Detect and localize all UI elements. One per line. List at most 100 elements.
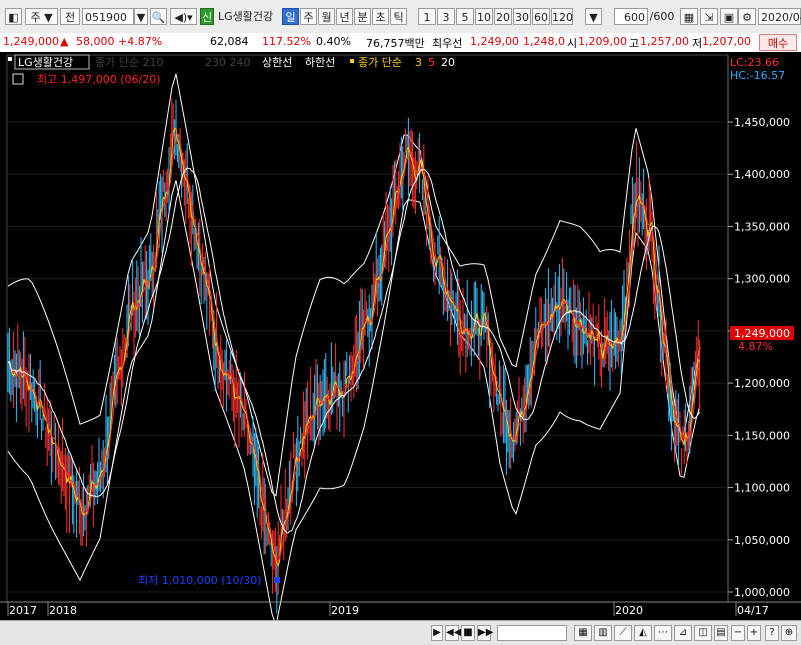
y-tick-label: 1,150,000 (734, 429, 790, 442)
tab-2[interactable]: 월 (318, 8, 335, 25)
current-pct-label: 4.87% (738, 340, 773, 353)
legend-lower-band[interactable]: 하한선 (305, 55, 335, 69)
legend-ma5[interactable]: 5 (428, 56, 435, 69)
x-tick-label: 2019 (331, 604, 359, 617)
tab-0[interactable]: 일 (282, 8, 299, 25)
interval-dropdown-button[interactable]: ▼ (585, 8, 602, 25)
volume: 62,084 (210, 35, 249, 48)
high-price: 1,257,00 (640, 35, 689, 48)
bar-chart-icon[interactable]: ▥ (594, 625, 612, 641)
y-tick-label: 1,000,000 (734, 586, 790, 599)
tab-3[interactable]: 년 (336, 8, 353, 25)
low-annotation: 최저 1,010,000 (10/30) (138, 574, 262, 587)
quote-bar: 1,249,000 ▲ 58,000 +4.87% 62,084 117.52%… (0, 33, 801, 53)
legend-marker-icon (8, 57, 12, 61)
settings-icon[interactable]: ⚙ (738, 8, 756, 25)
tool4-icon[interactable]: ▤ (714, 625, 728, 641)
chart-type-icon[interactable]: ▦ (680, 8, 698, 25)
interval-60[interactable]: 60 (532, 8, 550, 25)
tool3-icon[interactable]: ◫ (694, 625, 712, 641)
zoom-in-icon[interactable]: + (747, 625, 761, 641)
tool1-icon[interactable]: ⋯ (654, 625, 672, 641)
tab-1[interactable]: 주 (300, 8, 317, 25)
low-label: 저 (692, 37, 703, 50)
grid-icon[interactable]: ▦ (574, 625, 592, 641)
low-price: 1,207,00 (702, 35, 751, 48)
open-price: 1,209,00 (578, 35, 627, 48)
y-tick-label: 1,350,000 (734, 220, 790, 233)
current-price-label: 1,249,000 (734, 327, 790, 340)
price-chart[interactable]: 1,450,0001,400,0001,350,0001,300,0001,25… (0, 52, 801, 644)
count-total: /600 (649, 10, 675, 23)
speaker-icon[interactable]: ◀)▾ (170, 8, 197, 25)
zoom-out-icon[interactable]: − (731, 625, 745, 641)
legend-ma3[interactable]: 3 (415, 56, 422, 69)
y-tick-label: 1,050,000 (734, 534, 790, 547)
y-tick-label: 1,450,000 (734, 116, 790, 129)
current-price: 1,249,000 (3, 35, 59, 48)
y-tick-label: 1,200,000 (734, 377, 790, 390)
save-icon[interactable]: ▣ (720, 8, 738, 25)
price-change: 58,000 (76, 35, 115, 48)
x-tick-label: 2017 (9, 604, 37, 617)
area-chart-icon[interactable]: ◭ (634, 625, 652, 641)
legend-close-sma[interactable]: 종가 단순 (358, 56, 402, 69)
legend-upper-band[interactable]: 상한선 (262, 56, 292, 69)
scroll-left-button[interactable]: ▶ (431, 625, 443, 641)
y-tick-label: 1,300,000 (734, 273, 790, 286)
stock-name-label: LG생활건강 (218, 10, 274, 23)
interval-30[interactable]: 30 (513, 8, 531, 25)
legend-ma230-240[interactable]: 230 240 (205, 56, 251, 69)
high-label: 고 (629, 37, 640, 50)
interval-5[interactable]: 5 (456, 8, 474, 25)
fast-forward-icon[interactable]: ▶▶ (477, 625, 493, 641)
best-bid: 1,248,0 (523, 35, 565, 48)
tab-4[interactable]: 분 (354, 8, 371, 25)
y-tick-label: 1,100,000 (734, 482, 790, 495)
lc-label: LC:23.66 (730, 56, 779, 69)
low-marker (274, 577, 280, 583)
x-tick-label: 2020 (615, 604, 643, 617)
period-label: 주 (30, 11, 41, 24)
price-change-pct: +4.87% (118, 35, 163, 48)
panel-toggle-button[interactable]: ◧ (5, 8, 22, 25)
high-annotation: 최고 1,497,000 (06/20) (37, 73, 161, 86)
new-badge[interactable]: 신 (200, 8, 214, 25)
rewind-icon[interactable]: ◀◀ (445, 625, 461, 641)
ask-label: 최우선 (432, 37, 463, 50)
tab-5[interactable]: 초 (372, 8, 389, 25)
chart-canvas[interactable]: 1,450,0001,400,0001,350,0001,300,0001,25… (0, 52, 801, 620)
date-input[interactable]: 2020/04 (758, 8, 801, 25)
stop-icon[interactable]: ■ (461, 625, 475, 641)
count-input[interactable]: 600 (614, 8, 648, 25)
interval-120[interactable]: 120 (551, 8, 573, 25)
more-icon[interactable]: ⊕ (781, 625, 797, 641)
turnover-rate: 0.40% (316, 35, 351, 48)
up-arrow-icon: ▲ (60, 35, 69, 48)
period-select[interactable]: 주 ▼ (25, 8, 58, 25)
legend-dot-icon (350, 59, 354, 63)
interval-3[interactable]: 3 (437, 8, 455, 25)
interval-10[interactable]: 10 (475, 8, 493, 25)
interval-1[interactable]: 1 (418, 8, 436, 25)
hc-label: HC:-16.57 (730, 69, 785, 82)
legend-stock-name[interactable]: LG생활건강 (18, 55, 73, 69)
stock-code-input[interactable]: 051900 (82, 8, 134, 25)
open-label: 시 (567, 37, 578, 50)
bottom-scrollbar: ▶ ◀◀ ■ ▶▶ ▦ ▥ ⟋ ◭ ⋯ ⊿ ◫ ▤ − + ? ⊕ (0, 620, 801, 645)
tool2-icon[interactable]: ⊿ (674, 625, 692, 641)
tab-6[interactable]: 틱 (390, 8, 407, 25)
buy-button[interactable]: 매수 (759, 34, 797, 51)
x-tick-label: 2018 (49, 604, 77, 617)
line-chart-icon[interactable]: ⟋ (614, 625, 632, 641)
zoom-slider[interactable] (497, 625, 567, 641)
legend-ma20[interactable]: 20 (441, 56, 455, 69)
legend-ma210[interactable]: 종가 단순 210 (95, 56, 163, 69)
best-ask: 1,249,00 (470, 35, 519, 48)
help-icon[interactable]: ? (765, 625, 779, 641)
prev-button[interactable]: 전 (60, 8, 80, 25)
code-dropdown-button[interactable]: ▼ (134, 8, 148, 25)
interval-20[interactable]: 20 (494, 8, 512, 25)
zoom-icon[interactable]: ⇲ (700, 8, 718, 25)
search-icon[interactable]: 🔍 (150, 8, 167, 25)
